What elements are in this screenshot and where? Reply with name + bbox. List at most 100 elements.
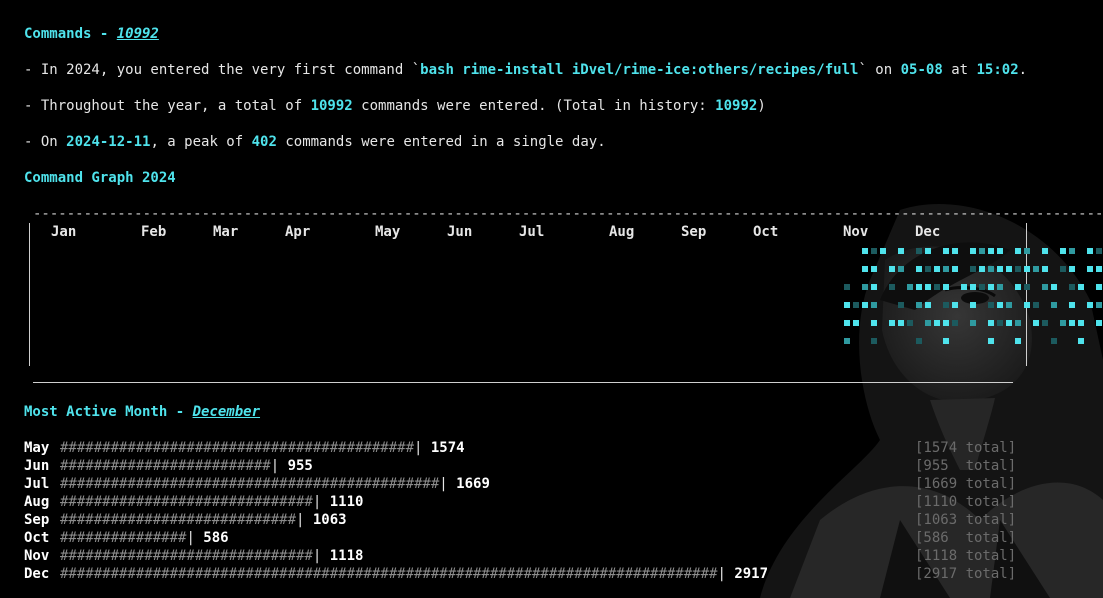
graph-month-feb: Feb (141, 224, 167, 240)
bar-row-jun: Jun #########################| 955 (24, 457, 313, 475)
heatmap-cell (1069, 266, 1075, 272)
terminal-window: Commands - 10992 - In 2024, you entered … (0, 0, 1103, 598)
heatmap-cell (1033, 320, 1039, 326)
bar-fill: ######################### (60, 458, 271, 474)
bar-fill: ########################################… (60, 476, 440, 492)
totals-count: 10992 (310, 98, 353, 114)
heatmap-cell (925, 284, 931, 290)
bar-row-nov: Nov ##############################| 1118 (24, 547, 363, 565)
heatmap-cell (871, 320, 877, 326)
heatmap-cell (916, 266, 922, 272)
graph-month-jan: Jan (51, 224, 77, 240)
heatmap-cell (862, 284, 868, 290)
bar-count: 586 (203, 530, 229, 546)
bar-total-sep: [1063 total] (915, 512, 1017, 528)
heatmap-cell (898, 248, 904, 254)
bar-separator: | (414, 440, 431, 456)
heatmap-cell (943, 320, 949, 326)
heatmap-cell (1069, 302, 1075, 308)
graph-left-border (29, 223, 30, 366)
heatmap-cell (871, 248, 877, 254)
bar-month-label: Nov (24, 548, 50, 564)
heatmap-cell (997, 284, 1003, 290)
heatmap-cell (880, 248, 886, 254)
bar-count: 1669 (456, 476, 490, 492)
heatmap-cell (1006, 302, 1012, 308)
totals-mid: commands were entered. (Total in history… (352, 98, 716, 114)
bar-separator: | (312, 494, 330, 510)
first-command-time: 15:02 (976, 62, 1019, 78)
bar-month-label: Oct (24, 530, 50, 546)
heatmap-cell (916, 302, 922, 308)
heatmap-cell (1096, 320, 1102, 326)
peak-count: 402 (251, 134, 277, 150)
heatmap-cell (943, 248, 949, 254)
bar-separator: | (270, 458, 288, 474)
heatmap-cell (1042, 266, 1048, 272)
heatmap-cell (997, 302, 1003, 308)
graph-month-jun: Jun (447, 224, 473, 240)
graph-title: Command Graph 2024 (24, 170, 176, 186)
heatmap-cell (1015, 338, 1021, 344)
heatmap-cell (1069, 320, 1075, 326)
heatmap-cell (988, 338, 994, 344)
heatmap-cell (916, 284, 922, 290)
heatmap-cell (916, 248, 922, 254)
bar-count: 1118 (329, 548, 364, 564)
bar-separator: | (296, 512, 313, 528)
totals-end: ) (757, 98, 766, 114)
graph-month-may: May (375, 224, 401, 240)
heatmap-cell (1051, 338, 1057, 344)
heatmap-cell (997, 320, 1003, 326)
heatmap-cell (898, 302, 904, 308)
heatmap-cell (844, 302, 850, 308)
first-command-line: - In 2024, you entered the very first co… (24, 61, 1027, 79)
bar-fill: ############### (60, 530, 187, 546)
bar-fill: ############################## (60, 548, 313, 564)
graph-month-sep: Sep (681, 224, 707, 240)
heatmap-cell (988, 248, 994, 254)
bar-total-dec: [2917 total] (915, 566, 1017, 582)
heatmap-cell (934, 320, 940, 326)
heatmap-cell (988, 266, 994, 272)
commands-label: Commands - (24, 26, 117, 42)
most-active-heading: Most Active Month - December (24, 403, 260, 421)
heatmap-cell (952, 320, 958, 326)
heatmap-cell (970, 266, 976, 272)
heatmap-cell (1069, 248, 1075, 254)
heatmap-cell (1042, 284, 1048, 290)
heatmap-cell (970, 302, 976, 308)
bar-count: 1110 (329, 494, 364, 510)
heatmap-cell (871, 338, 877, 344)
graph-month-mar: Mar (213, 224, 239, 240)
heatmap-cell (862, 302, 868, 308)
graph-month-oct: Oct (753, 224, 779, 240)
heatmap-cell (898, 266, 904, 272)
graph-month-nov: Nov (843, 224, 869, 240)
heatmap-cell (934, 266, 940, 272)
heatmap-cell (916, 338, 922, 344)
heatmap-cell (1042, 248, 1048, 254)
heatmap-cell (1024, 248, 1030, 254)
heatmap-cell (862, 266, 868, 272)
most-active-label: Most Active Month - (24, 404, 193, 420)
bar-month-label: Aug (24, 494, 50, 510)
bar-row-sep: Sep ############################| 1063 (24, 511, 347, 529)
bar-total-jun: [955 total] (915, 458, 1017, 474)
bar-month-label: May (24, 440, 50, 456)
heatmap-cell (907, 320, 913, 326)
graph-month-jul: Jul (519, 224, 545, 240)
heatmap-cell (970, 320, 976, 326)
heatmap-cell (925, 320, 931, 326)
bar-row-aug: Aug ##############################| 1110 (24, 493, 363, 511)
heatmap-cell (1078, 338, 1084, 344)
graph-month-dec: Dec (915, 224, 941, 240)
heatmap-cell (979, 248, 985, 254)
heatmap-cell (997, 248, 1003, 254)
heatmap-cell (1096, 266, 1102, 272)
bar-count: 955 (287, 458, 313, 474)
heatmap-cell (988, 284, 994, 290)
commands-heading: Commands - 10992 (24, 25, 159, 43)
heatmap-cell (1051, 284, 1057, 290)
bar-fill: ############################ (60, 512, 297, 528)
